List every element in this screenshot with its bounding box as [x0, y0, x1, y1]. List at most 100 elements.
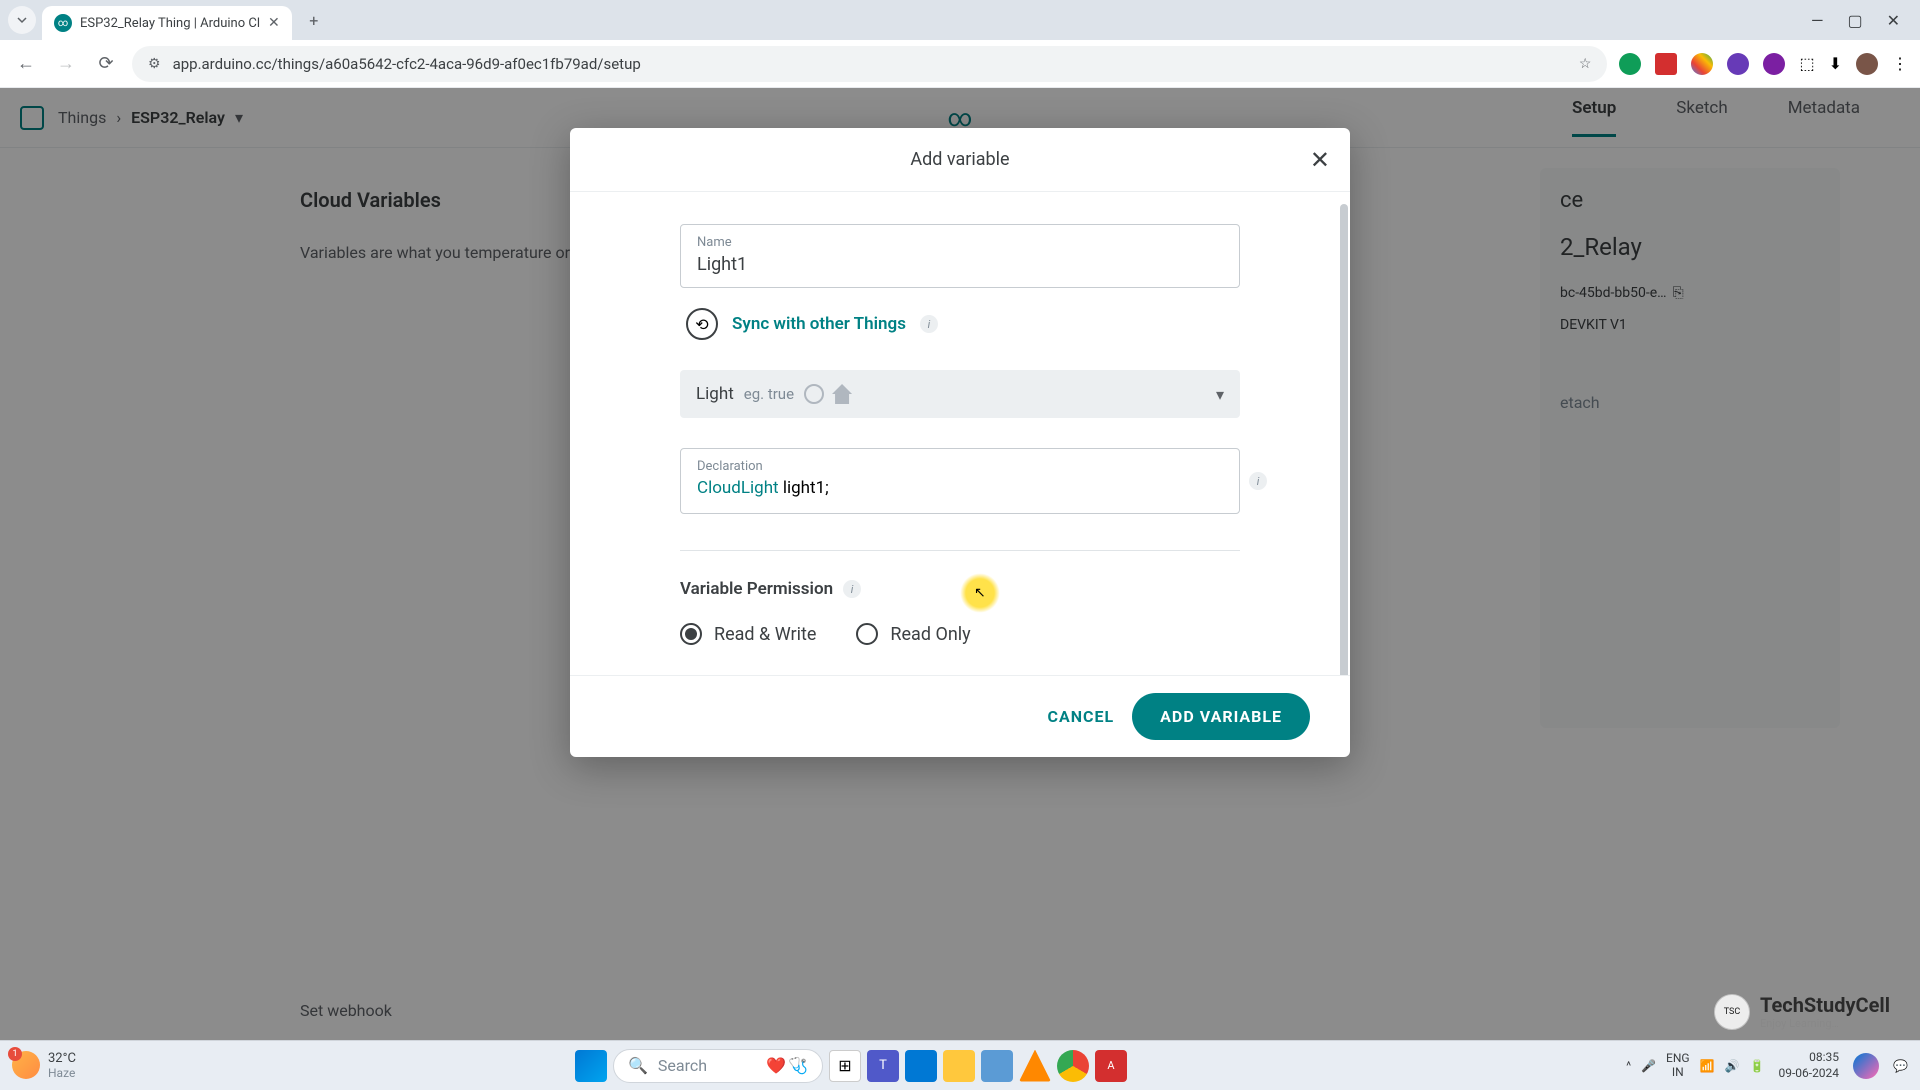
sync-text: Sync with other Things	[732, 314, 906, 334]
declaration-label: Declaration	[697, 459, 1223, 474]
arduino-favicon: ∞	[54, 14, 72, 32]
tab-close-button[interactable]: ✕	[268, 15, 280, 31]
taskbar-date: 09-06-2024	[1778, 1066, 1839, 1082]
url-text: app.arduino.cc/things/a60a5642-cfc2-4aca…	[173, 55, 641, 73]
name-label: Name	[697, 235, 1223, 250]
variable-type-select[interactable]: Light eg. true ▾	[680, 370, 1240, 418]
notepad-icon[interactable]	[981, 1050, 1013, 1082]
battery-icon[interactable]: 🔋	[1750, 1059, 1765, 1073]
downloads-icon[interactable]: ⬇	[1829, 54, 1842, 73]
reload-button[interactable]: ⟳	[92, 50, 120, 78]
weather-temp: 32°C	[48, 1051, 76, 1067]
window-close[interactable]: ✕	[1887, 11, 1900, 30]
pdf-icon[interactable]: A	[1095, 1050, 1127, 1082]
permission-radio-group: Read & Write Read Only	[680, 623, 1240, 645]
window-controls: — ▢ ✕	[1811, 11, 1912, 30]
permission-heading: Variable Permission	[680, 579, 833, 599]
extensions-menu-icon[interactable]: ⬚	[1799, 54, 1814, 73]
chrome-icon[interactable]	[1057, 1050, 1089, 1082]
taskbar-clock[interactable]: 08:35 09-06-2024	[1778, 1050, 1839, 1081]
chevron-down-icon	[16, 14, 28, 26]
variable-name-input[interactable]	[697, 254, 1223, 275]
taskbar-time: 08:35	[1778, 1050, 1839, 1066]
browser-tab[interactable]: ∞ ESP32_Relay Thing | Arduino Cl ✕	[42, 6, 292, 40]
notification-badge: 1	[8, 1047, 22, 1061]
declaration-var: light1;	[779, 478, 829, 498]
smart-home-icon	[832, 384, 852, 404]
back-button[interactable]: ←	[12, 50, 40, 78]
chrome-menu-icon[interactable]: ⋮	[1892, 54, 1908, 73]
taskbar-weather[interactable]: 1 32°C Haze	[12, 1051, 76, 1081]
divider	[680, 550, 1240, 551]
language-region: IN	[1666, 1066, 1690, 1079]
window-maximize[interactable]: ▢	[1847, 11, 1862, 30]
microphone-icon[interactable]: 🎤	[1641, 1059, 1656, 1073]
weather-icon: 1	[12, 1051, 40, 1079]
variable-name-field[interactable]: Name	[680, 224, 1240, 288]
browser-toolbar: ← → ⟳ ⚙ app.arduino.cc/things/a60a5642-c…	[0, 40, 1920, 88]
language-code[interactable]: ENG	[1666, 1052, 1690, 1065]
extension-icon[interactable]	[1691, 53, 1713, 75]
watermark-name: TechStudyCell	[1760, 993, 1890, 1017]
permission-read-only[interactable]: Read Only	[856, 623, 970, 645]
search-widget-icon: 🩺	[788, 1056, 808, 1075]
volume-icon[interactable]: 🔊	[1725, 1059, 1740, 1073]
folder-icon[interactable]	[943, 1050, 975, 1082]
site-settings-icon[interactable]: ⚙	[148, 56, 161, 72]
bookmark-star-icon[interactable]: ☆	[1579, 56, 1592, 72]
modal-footer: CANCEL ADD VARIABLE	[570, 675, 1350, 757]
extension-icons: ⬚ ⬇ ⋮	[1619, 53, 1908, 75]
tab-title: ESP32_Relay Thing | Arduino Cl	[80, 16, 260, 31]
tab-search-dropdown[interactable]	[8, 6, 36, 34]
cancel-button[interactable]: CANCEL	[1048, 707, 1115, 726]
windows-taskbar: 1 32°C Haze 🔍 Search ❤️ 🩺 ⊞ T A ^ 🎤	[0, 1040, 1920, 1090]
watermark-logo-icon: TSC	[1714, 994, 1750, 1030]
type-hint: eg. true	[744, 385, 794, 403]
teams-icon[interactable]: T	[867, 1050, 899, 1082]
radio-checked-icon	[680, 623, 702, 645]
window-minimize[interactable]: —	[1811, 11, 1824, 30]
dropdown-arrow-icon: ▾	[1216, 385, 1224, 404]
radio-unchecked-icon	[856, 623, 878, 645]
search-icon: 🔍	[628, 1056, 648, 1075]
sync-icon: ⟲	[686, 308, 718, 340]
wifi-icon[interactable]: 📶	[1700, 1059, 1715, 1073]
sync-with-things-link[interactable]: ⟲ Sync with other Things i	[686, 308, 1240, 340]
declaration-code: CloudLight light1;	[697, 478, 1223, 499]
declaration-box: Declaration CloudLight light1; i	[680, 448, 1240, 514]
search-placeholder: Search	[658, 1056, 707, 1075]
extension-icon[interactable]	[1619, 53, 1641, 75]
extension-icon[interactable]	[1727, 53, 1749, 75]
modal-body: Name ⟲ Sync with other Things i Light eg…	[570, 192, 1350, 675]
basic-type-icon	[804, 384, 824, 404]
forward-button[interactable]: →	[52, 50, 80, 78]
cursor-icon: ↖	[974, 585, 986, 601]
info-icon[interactable]: i	[843, 580, 861, 598]
browser-tab-strip: ∞ ESP32_Relay Thing | Arduino Cl ✕ + — ▢…	[0, 0, 1920, 40]
permission-read-write[interactable]: Read & Write	[680, 623, 816, 645]
address-bar[interactable]: ⚙ app.arduino.cc/things/a60a5642-cfc2-4a…	[132, 46, 1607, 82]
explorer-icon[interactable]	[905, 1050, 937, 1082]
extension-icon[interactable]	[1763, 53, 1785, 75]
add-variable-modal: Add variable ✕ Name ⟲ Sync with other Th…	[570, 128, 1350, 757]
start-button[interactable]	[575, 1050, 607, 1082]
modal-scrollbar[interactable]	[1340, 204, 1348, 675]
tray-chevron-icon[interactable]: ^	[1626, 1059, 1631, 1073]
vlc-icon[interactable]	[1019, 1050, 1051, 1082]
search-widget-icon: ❤️	[766, 1056, 786, 1075]
info-icon[interactable]: i	[920, 315, 938, 333]
add-variable-button[interactable]: ADD VARIABLE	[1132, 693, 1310, 740]
task-view-icon[interactable]: ⊞	[829, 1050, 861, 1082]
new-tab-button[interactable]: +	[300, 6, 328, 34]
extension-icon[interactable]	[1655, 53, 1677, 75]
modal-title: Add variable	[910, 149, 1009, 170]
notifications-icon[interactable]: 💬	[1893, 1059, 1908, 1073]
profile-avatar[interactable]	[1856, 53, 1878, 75]
info-icon[interactable]: i	[1249, 472, 1267, 490]
copilot-icon[interactable]	[1853, 1053, 1879, 1079]
modal-header: Add variable ✕	[570, 128, 1350, 192]
modal-close-button[interactable]: ✕	[1310, 146, 1330, 174]
taskbar-search[interactable]: 🔍 Search ❤️ 🩺	[613, 1049, 823, 1083]
permission-title-row: Variable Permission i ↖	[680, 579, 1240, 599]
watermark-sub: Enjoy Learning…	[1760, 1017, 1890, 1030]
